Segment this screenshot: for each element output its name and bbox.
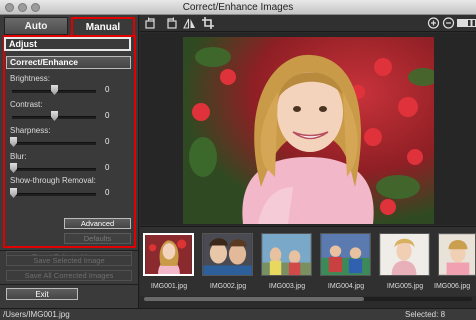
thumbnail-scrollbar[interactable] — [144, 297, 472, 301]
blur-label: Blur: — [10, 152, 27, 161]
zoom-window-button[interactable] — [31, 3, 40, 12]
file-path: /Users/IMG001.jpg — [3, 310, 70, 319]
thumbnail-caption: IMG005.jpg — [386, 283, 424, 290]
blur-slider-track[interactable] — [10, 163, 96, 173]
thumbnail-img005[interactable] — [379, 233, 430, 276]
zoom-in-icon[interactable] — [427, 17, 440, 29]
adjust-button[interactable]: Adjust — [4, 37, 131, 51]
window-title: Correct/Enhance Images — [182, 2, 294, 13]
blur-value: 0 — [105, 163, 110, 172]
title-bar: Correct/Enhance Images — [0, 0, 476, 15]
thumbnail-caption: IMG002.jpg — [209, 283, 247, 290]
sharpness-label: Sharpness: — [10, 126, 51, 135]
thumbnail-img006[interactable] — [438, 233, 476, 276]
toolbar — [140, 15, 476, 32]
brightness-value: 0 — [105, 85, 110, 94]
thumbnail-caption: IMG006.jpg — [434, 283, 471, 290]
save-all-corrected-images-button[interactable]: Save All Corrected Images — [6, 270, 132, 281]
brightness-slider-track[interactable] — [12, 85, 96, 95]
status-bar: /Users/IMG001.jpg Selected: 8 — [0, 308, 476, 320]
preview-image — [183, 37, 434, 224]
tab-manual[interactable]: Manual — [71, 17, 135, 35]
thumbnail-caption: IMG001.jpg — [150, 283, 188, 290]
minimize-window-button[interactable] — [18, 3, 27, 12]
thumbnail-caption: IMG003.jpg — [268, 283, 306, 290]
sharpness-slider-track[interactable] — [10, 137, 96, 147]
tab-auto[interactable]: Auto — [4, 17, 68, 35]
panel-divider — [0, 284, 139, 285]
two-views-icon[interactable] — [467, 17, 476, 29]
selected-count: Selected: 8 — [405, 310, 446, 319]
contrast-value: 0 — [105, 111, 110, 120]
show-through-removal-value: 0 — [105, 188, 110, 197]
left-panel: Auto Manual Adjust Correct/Enhance Brigh… — [0, 15, 139, 308]
rotate-left-icon[interactable] — [145, 17, 158, 29]
full-view-icon[interactable] — [457, 17, 467, 29]
defaults-button[interactable]: Defaults — [64, 233, 131, 244]
exit-button[interactable]: Exit — [6, 288, 78, 300]
sharpness-value: 0 — [105, 137, 110, 146]
advanced-button[interactable]: Advanced — [64, 218, 131, 229]
correct-enhance-button[interactable]: Correct/Enhance — [6, 56, 131, 69]
contrast-label: Contrast: — [10, 100, 43, 109]
brightness-label: Brightness: — [10, 74, 51, 83]
save-selected-image-button[interactable]: Save Selected Image — [6, 255, 132, 266]
correct-enhance-window: Correct/Enhance Images Auto Manual Adjus… — [0, 0, 476, 320]
thumbnail-caption: IMG004.jpg — [327, 283, 365, 290]
thumbnail-strip: IMG001.jpg IMG002.jpg IMG003.jpg IMG004.… — [140, 226, 476, 301]
thumbnail-img002[interactable] — [202, 233, 253, 276]
scrollbar-thumb[interactable] — [144, 297, 364, 301]
show-through-removal-slider-track[interactable] — [10, 188, 96, 198]
zoom-out-icon[interactable] — [442, 17, 455, 29]
thumbnail-img001[interactable] — [143, 233, 194, 276]
close-window-button[interactable] — [5, 3, 14, 12]
thumbnail-img004[interactable] — [320, 233, 371, 276]
rotate-right-icon[interactable] — [164, 17, 177, 29]
thumbnail-img003[interactable] — [261, 233, 312, 276]
contrast-slider-track[interactable] — [12, 111, 96, 121]
panel-divider — [0, 250, 139, 251]
show-through-removal-label: Show-through Removal: — [10, 176, 96, 185]
flip-icon[interactable] — [183, 17, 196, 29]
crop-icon[interactable] — [202, 17, 215, 29]
